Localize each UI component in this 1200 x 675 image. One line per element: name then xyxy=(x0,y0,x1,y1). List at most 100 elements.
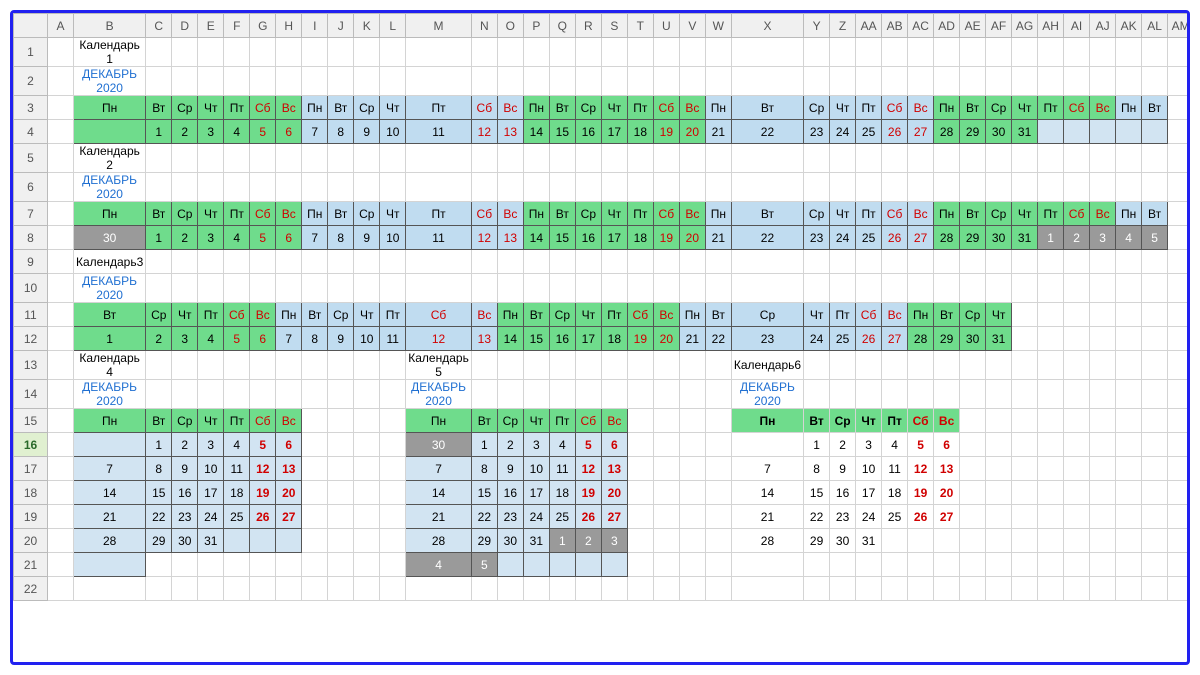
cell[interactable]: ДЕКАБРЬ 2020 xyxy=(74,173,146,202)
cell[interactable] xyxy=(934,38,960,67)
cell[interactable] xyxy=(575,250,601,274)
cell[interactable] xyxy=(986,67,1012,96)
cal-day[interactable]: 8 xyxy=(471,457,497,481)
col-header-AE[interactable]: AE xyxy=(960,14,986,38)
cell[interactable] xyxy=(627,38,653,67)
cal1-dow[interactable]: Ср xyxy=(804,96,830,120)
cell[interactable] xyxy=(1168,433,1190,457)
cell[interactable] xyxy=(48,481,74,505)
cal6-dow[interactable]: Пн xyxy=(731,409,803,433)
cell[interactable] xyxy=(1038,380,1064,409)
col-header-G[interactable]: G xyxy=(250,14,276,38)
cal1-day[interactable]: 23 xyxy=(804,120,830,144)
cell[interactable] xyxy=(575,173,601,202)
cell[interactable]: Пн xyxy=(908,303,934,327)
cal-day[interactable]: 7 xyxy=(406,457,472,481)
cell[interactable] xyxy=(471,380,497,409)
col-header-W[interactable]: W xyxy=(705,14,731,38)
cell[interactable] xyxy=(627,481,653,505)
dow-header[interactable]: Вс xyxy=(601,409,627,433)
cell[interactable] xyxy=(1142,250,1168,274)
cell[interactable] xyxy=(731,250,803,274)
cell[interactable] xyxy=(601,274,627,303)
cell[interactable] xyxy=(1168,553,1190,577)
cell[interactable] xyxy=(679,529,705,553)
cell[interactable]: 28 xyxy=(908,327,934,351)
cell[interactable] xyxy=(960,433,986,457)
cell[interactable]: 22 xyxy=(731,226,803,250)
cell[interactable]: Пт xyxy=(224,202,250,226)
cell[interactable] xyxy=(627,274,653,303)
cell[interactable] xyxy=(804,553,830,577)
cell[interactable] xyxy=(960,553,986,577)
cell[interactable]: 20 xyxy=(679,226,705,250)
cell[interactable] xyxy=(354,529,380,553)
cell[interactable] xyxy=(908,67,934,96)
cell[interactable] xyxy=(302,553,328,577)
cell[interactable] xyxy=(1142,433,1168,457)
cal1-dow[interactable]: Ср xyxy=(172,96,198,120)
cell[interactable]: Сб xyxy=(627,303,653,327)
cell[interactable]: 18 xyxy=(601,327,627,351)
cell[interactable] xyxy=(406,144,472,173)
cell[interactable] xyxy=(653,351,679,380)
cell[interactable]: 14 xyxy=(497,327,523,351)
cell[interactable] xyxy=(380,274,406,303)
cell[interactable] xyxy=(960,529,986,553)
cal1-dow[interactable]: Сб xyxy=(882,96,908,120)
cal-day[interactable]: 30 xyxy=(830,529,856,553)
cal1-day[interactable] xyxy=(1116,120,1142,144)
cell[interactable] xyxy=(627,250,653,274)
cell[interactable]: Чт xyxy=(986,303,1012,327)
cell[interactable] xyxy=(1168,96,1190,120)
dow-header[interactable]: Ср xyxy=(497,409,523,433)
cell[interactable] xyxy=(804,380,830,409)
cell[interactable] xyxy=(882,173,908,202)
cal-day[interactable]: 13 xyxy=(934,457,960,481)
cell[interactable] xyxy=(627,577,653,601)
cal1-day[interactable]: 17 xyxy=(601,120,627,144)
cal1-dow[interactable]: Ср xyxy=(986,96,1012,120)
cal1-day[interactable]: 30 xyxy=(986,120,1012,144)
cell[interactable] xyxy=(1038,577,1064,601)
cell[interactable] xyxy=(986,433,1012,457)
cell[interactable]: Вт xyxy=(705,303,731,327)
cell[interactable] xyxy=(224,173,250,202)
row-header-21[interactable]: 21 xyxy=(14,553,48,577)
cell[interactable] xyxy=(549,250,575,274)
row-header-20[interactable]: 20 xyxy=(14,529,48,553)
cal-day[interactable]: 31 xyxy=(856,529,882,553)
cell[interactable] xyxy=(1038,457,1064,481)
cell[interactable]: 15 xyxy=(523,327,549,351)
cell[interactable]: Чт xyxy=(380,202,406,226)
cell[interactable]: Чт xyxy=(804,303,830,327)
cell[interactable] xyxy=(1038,327,1064,351)
cell[interactable] xyxy=(198,274,224,303)
cell[interactable]: 4 xyxy=(198,327,224,351)
cell[interactable] xyxy=(731,553,803,577)
cell[interactable] xyxy=(471,173,497,202)
cell[interactable]: 23 xyxy=(731,327,803,351)
cell[interactable]: 29 xyxy=(934,327,960,351)
cell[interactable] xyxy=(497,274,523,303)
cal-day[interactable]: 11 xyxy=(549,457,575,481)
cal-day[interactable]: 24 xyxy=(198,505,224,529)
cell[interactable] xyxy=(172,173,198,202)
cal-day[interactable]: 1 xyxy=(549,529,575,553)
cell[interactable] xyxy=(380,505,406,529)
col-header-I[interactable]: I xyxy=(302,14,328,38)
cell[interactable] xyxy=(986,380,1012,409)
cal1-dow[interactable]: Вс xyxy=(679,96,705,120)
cell[interactable] xyxy=(1064,173,1090,202)
cell[interactable] xyxy=(497,380,523,409)
cal-day[interactable]: 18 xyxy=(549,481,575,505)
cell[interactable]: Чт xyxy=(198,202,224,226)
cal-day[interactable]: 20 xyxy=(601,481,627,505)
cal-day[interactable]: 11 xyxy=(882,457,908,481)
cell[interactable] xyxy=(406,274,472,303)
cell[interactable]: 13 xyxy=(471,327,497,351)
cell[interactable] xyxy=(653,577,679,601)
dow-header[interactable]: Пт xyxy=(549,409,575,433)
cell[interactable] xyxy=(908,144,934,173)
cell[interactable] xyxy=(601,38,627,67)
